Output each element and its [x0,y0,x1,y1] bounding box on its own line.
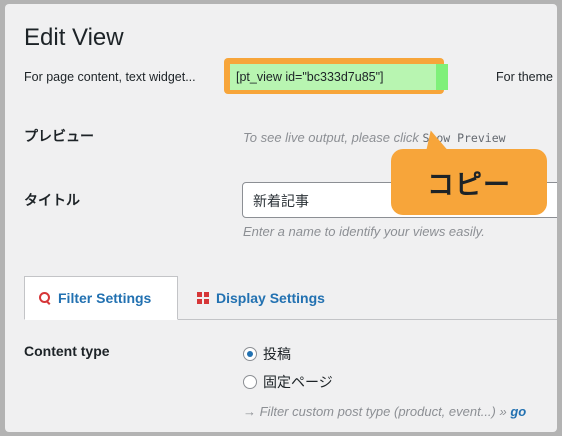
shortcode-theme-text: For theme [496,70,553,84]
content-type-option-page[interactable]: 固定ページ [243,372,333,392]
tab-display-settings[interactable]: Display Settings [191,276,325,320]
shortcode-selection-extent [436,64,448,90]
preview-label: プレビュー [24,128,94,144]
radio-post-label: 投稿 [263,346,291,362]
shortcode-text[interactable]: [pt_view id="bc333d7u85"] [236,70,384,84]
radio-page-label: 固定ページ [263,374,333,390]
edit-view-window: Edit View For page content, text widget.… [5,4,557,432]
search-icon [39,292,51,304]
content-type-hint: → Filter custom post type (product, even… [243,404,526,419]
tab-filter-settings[interactable]: Filter Settings [24,276,178,320]
shortcode-lead-text: For page content, text widget... [24,70,196,84]
radio-page[interactable] [243,375,257,389]
content-type-hint-link[interactable]: go [510,404,526,419]
preview-hint: To see live output, please click Show Pr… [243,130,506,145]
title-hint: Enter a name to identify your views easi… [243,224,485,239]
tab-display-settings-label: Display Settings [216,290,325,306]
tab-filter-settings-label: Filter Settings [58,290,152,306]
content-type-option-post[interactable]: 投稿 [243,344,291,364]
content-type-label: Content type [24,343,110,359]
grid-icon [197,292,209,304]
content-type-hint-text: → Filter custom post type (product, even… [243,404,507,419]
radio-post[interactable] [243,347,257,361]
title-label: タイトル [24,192,80,208]
preview-hint-text: To see live output, please click [243,130,419,145]
page-title: Edit View [24,24,124,51]
copy-callout: コピー [391,149,547,215]
